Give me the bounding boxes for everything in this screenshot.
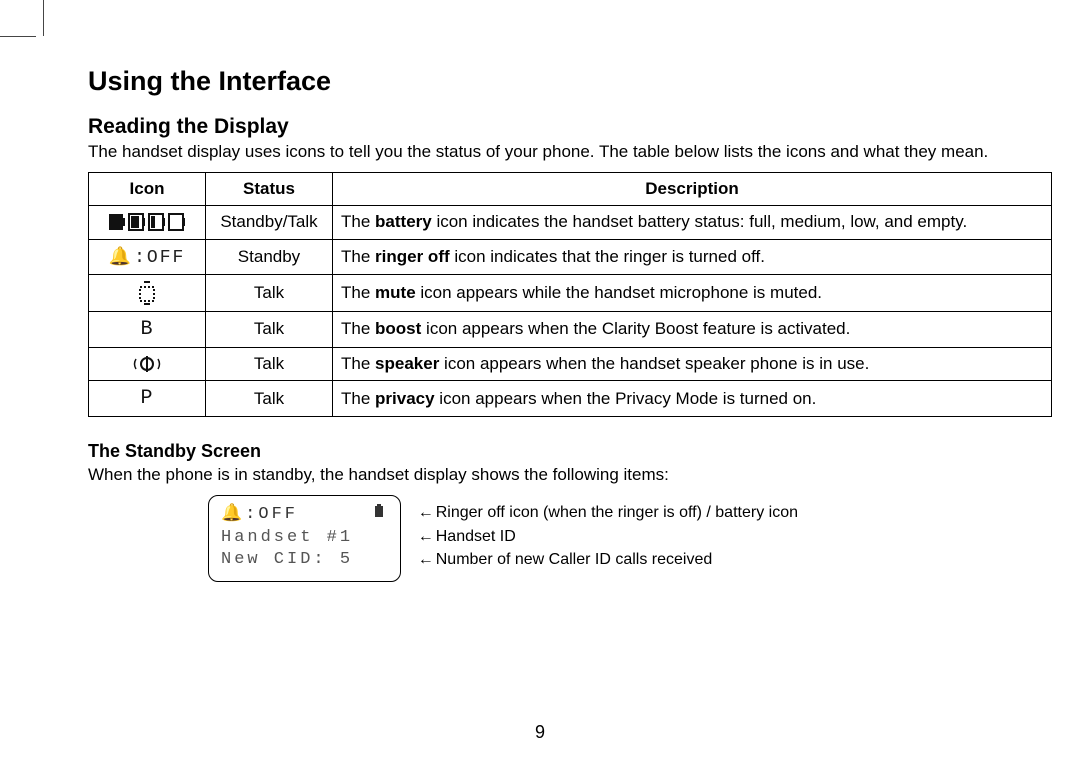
- status-cell: Talk: [206, 347, 333, 380]
- desc-bold: ringer off: [375, 247, 450, 266]
- icon-description-table: Icon Status Description: [88, 172, 1052, 417]
- privacy-letter: P: [140, 387, 153, 410]
- lcd-callouts: ←Ringer off icon (when the ringer is off…: [416, 501, 798, 571]
- callout-line: ←Number of new Caller ID calls received: [416, 548, 798, 571]
- desc-bold: privacy: [375, 389, 435, 408]
- table-row: 🔔:OFF Standby The ringer off icon indica…: [89, 239, 1052, 274]
- callout-2: Handset ID: [436, 528, 516, 545]
- speaker-icon: [89, 347, 206, 380]
- arrow-left-icon: ←: [416, 548, 436, 571]
- page-content: Using the Interface Reading the Display …: [88, 66, 1052, 582]
- desc-post: icon indicates that the ringer is turned…: [450, 247, 765, 266]
- intro-paragraph: The handset display uses icons to tell y…: [88, 141, 1052, 162]
- ringer-off-icon: 🔔:OFF: [89, 239, 206, 274]
- mute-icon: [89, 274, 206, 311]
- manual-page: Using the Interface Reading the Display …: [0, 0, 1080, 783]
- crop-mark-vertical: [43, 0, 44, 36]
- crop-mark-horizontal: [0, 36, 36, 37]
- lcd-battery-icon: [374, 504, 386, 526]
- desc-pre: The: [341, 319, 375, 338]
- callout-line: ←Ringer off icon (when the ringer is off…: [416, 501, 798, 524]
- description-cell: The battery icon indicates the handset b…: [333, 206, 1052, 239]
- lcd-handset-id: Handset #1: [221, 527, 386, 549]
- desc-post: icon appears when the Clarity Boost feat…: [421, 319, 850, 338]
- arrow-left-icon: ←: [416, 525, 436, 548]
- status-cell: Talk: [206, 274, 333, 311]
- privacy-icon: P: [89, 381, 206, 417]
- desc-pre: The: [341, 389, 375, 408]
- standby-diagram: 🔔:OFF Handset #1 New CID: 5 ←Ringer off …: [208, 495, 1052, 581]
- desc-bold: battery: [375, 212, 432, 231]
- page-number: 9: [0, 722, 1080, 743]
- callout-line: ←Handset ID: [416, 525, 798, 548]
- boost-letter: B: [140, 318, 153, 341]
- mute-svg: [138, 281, 156, 305]
- desc-pre: The: [341, 283, 375, 302]
- desc-pre: The: [341, 354, 375, 373]
- standby-subheading: The Standby Screen: [88, 441, 1052, 462]
- bell-icon: 🔔: [109, 248, 133, 268]
- battery-levels-icon: [89, 206, 206, 239]
- boost-icon: B: [89, 311, 206, 347]
- status-cell: Talk: [206, 311, 333, 347]
- ringer-off-text: OFF: [147, 248, 185, 268]
- th-icon: Icon: [89, 173, 206, 206]
- callout-3: Number of new Caller ID calls received: [436, 551, 713, 568]
- desc-pre: The: [341, 247, 375, 266]
- desc-post: icon indicates the handset battery statu…: [432, 212, 967, 231]
- standby-paragraph: When the phone is in standby, the handse…: [88, 464, 1052, 485]
- table-row: Talk The speaker icon appears when the h…: [89, 347, 1052, 380]
- status-cell: Standby/Talk: [206, 206, 333, 239]
- status-cell: Talk: [206, 381, 333, 417]
- description-cell: The ringer off icon indicates that the r…: [333, 239, 1052, 274]
- table-row: Standby/Talk The battery icon indicates …: [89, 206, 1052, 239]
- desc-bold: boost: [375, 319, 421, 338]
- arrow-left-icon: ←: [416, 501, 436, 524]
- table-header-row: Icon Status Description: [89, 173, 1052, 206]
- page-title: Using the Interface: [88, 66, 1052, 97]
- th-description: Description: [333, 173, 1052, 206]
- desc-post: icon appears while the handset microphon…: [416, 283, 822, 302]
- description-cell: The boost icon appears when the Clarity …: [333, 311, 1052, 347]
- th-status: Status: [206, 173, 333, 206]
- description-cell: The privacy icon appears when the Privac…: [333, 381, 1052, 417]
- status-cell: Standby: [206, 239, 333, 274]
- desc-bold: speaker: [375, 354, 439, 373]
- description-cell: The speaker icon appears when the handse…: [333, 347, 1052, 380]
- section-heading: Reading the Display: [88, 115, 1052, 139]
- lcd-ringer-off: 🔔:OFF: [221, 504, 298, 526]
- speaker-svg: [132, 354, 162, 374]
- desc-post: icon appears when the Privacy Mode is tu…: [435, 389, 817, 408]
- callout-1: Ringer off icon (when the ringer is off)…: [436, 504, 798, 521]
- table-row: B Talk The boost icon appears when the C…: [89, 311, 1052, 347]
- lcd-screen: 🔔:OFF Handset #1 New CID: 5: [208, 495, 401, 581]
- battery-levels-svg: [109, 212, 185, 232]
- description-cell: The mute icon appears while the handset …: [333, 274, 1052, 311]
- lcd-new-cid: New CID: 5: [221, 549, 386, 571]
- table-row: P Talk The privacy icon appears when the…: [89, 381, 1052, 417]
- desc-bold: mute: [375, 283, 416, 302]
- desc-pre: The: [341, 212, 375, 231]
- table-row: Talk The mute icon appears while the han…: [89, 274, 1052, 311]
- desc-post: icon appears when the handset speaker ph…: [439, 354, 869, 373]
